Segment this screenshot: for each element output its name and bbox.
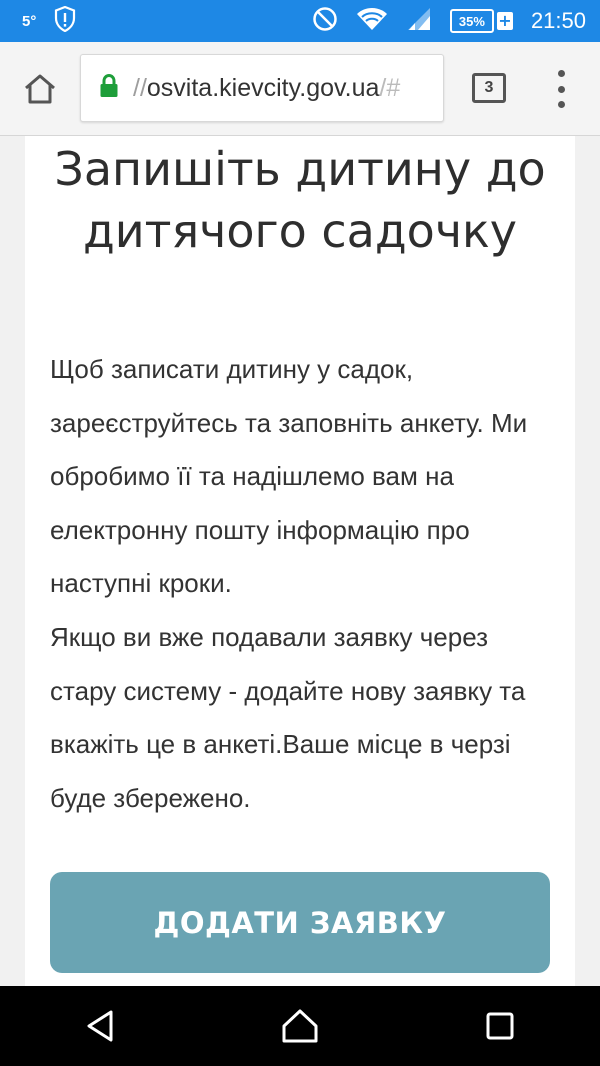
tab-switcher-button[interactable]: 3 <box>472 73 506 103</box>
url-prefix: // <box>133 73 147 102</box>
recents-button[interactable] <box>460 986 540 1066</box>
page-title: Запишіть дитину до дитячого садочку <box>54 142 546 258</box>
address-bar[interactable]: //osvita.kievcity.gov.ua/# <box>80 54 444 122</box>
status-bar: 5° 35% + 21:50 <box>0 0 600 42</box>
battery-charging-icon: + <box>496 11 513 30</box>
battery-icon: 35% + <box>449 9 513 33</box>
home-nav-button[interactable] <box>260 986 340 1066</box>
do-not-disturb-icon <box>312 6 338 36</box>
url-host: osvita.kievcity.gov.ua <box>146 73 380 102</box>
add-application-button[interactable]: ДОДАТИ ЗАЯВКУ <box>50 872 550 973</box>
content-card: Запишіть дитину до дитячого садочку Щоб … <box>25 136 575 986</box>
lock-icon <box>99 73 119 102</box>
clock: 21:50 <box>530 8 586 33</box>
url-tail: /# <box>379 73 401 102</box>
status-bar-right: 35% + 21:50 <box>312 6 586 36</box>
wifi-icon <box>356 6 388 36</box>
back-icon <box>87 1010 113 1042</box>
home-nav-icon <box>282 1009 318 1043</box>
navigation-bar <box>0 986 600 1066</box>
alert-shield-icon <box>54 5 76 36</box>
status-bar-left: 5° <box>22 5 76 36</box>
temperature-indicator: 5° <box>22 12 37 30</box>
back-button[interactable] <box>60 986 140 1066</box>
url-text: //osvita.kievcity.gov.ua/# <box>133 74 400 103</box>
overflow-menu-icon[interactable] <box>548 70 574 108</box>
recents-icon <box>486 1012 514 1040</box>
instructions-paragraph: Щоб записати дитину у садок, зареєструйт… <box>50 354 528 598</box>
browser-toolbar: //osvita.kievcity.gov.ua/# 3 <box>0 42 600 136</box>
home-button[interactable] <box>0 42 80 136</box>
cell-signal-icon <box>406 6 432 36</box>
existing-application-note: Якщо ви вже подавали заявку через стару … <box>50 622 526 813</box>
home-icon <box>25 74 55 103</box>
battery-level: 35% <box>449 9 494 33</box>
